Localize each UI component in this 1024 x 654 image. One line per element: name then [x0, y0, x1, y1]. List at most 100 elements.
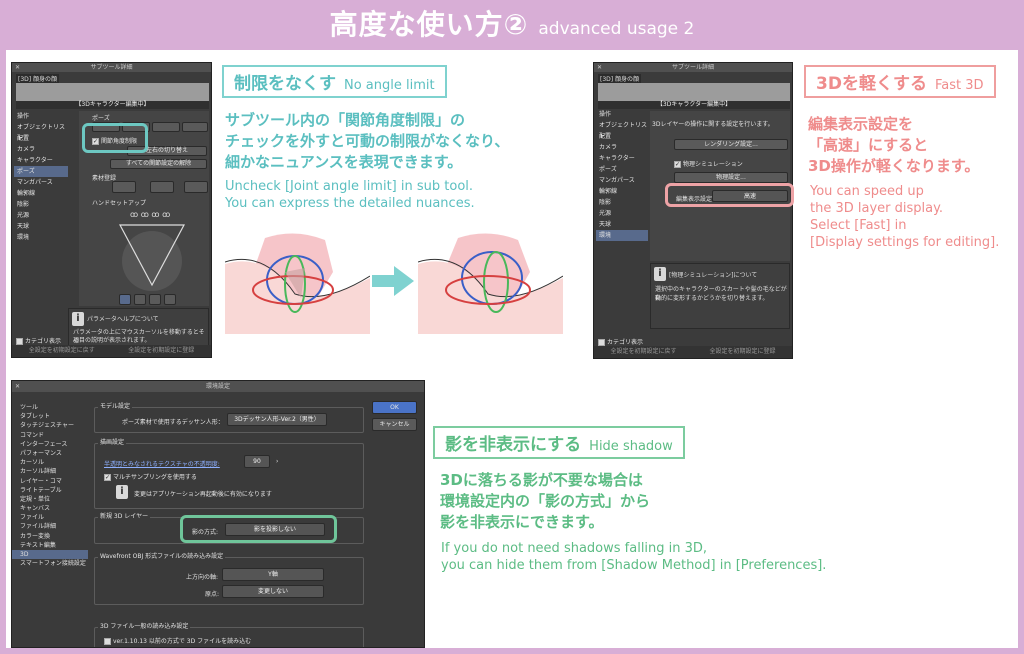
category-item[interactable]: 天球 — [14, 221, 68, 232]
hand-preset-button[interactable] — [164, 294, 176, 305]
register-default-button[interactable]: 全設定を初期設定に登録 — [128, 345, 194, 357]
section-header-hide-shadow: 影を非表示にする Hide shadow — [433, 426, 685, 459]
info-icon: i — [116, 485, 128, 499]
category-item[interactable]: 天球 — [596, 219, 648, 230]
hand-preset-button[interactable] — [149, 294, 161, 305]
panel-footer: 全設定を初期設定に戻す 全設定を初期設定に登録 — [594, 346, 792, 358]
character-banner — [16, 83, 209, 101]
category-item[interactable]: 配置 — [14, 133, 68, 144]
sidebar-item[interactable]: テキスト編集 — [12, 541, 88, 550]
physics-checkbox[interactable]: ✓ 物理シミュレーション — [674, 159, 743, 168]
category-item[interactable]: 陰影 — [14, 199, 68, 210]
info-icon: i — [654, 267, 666, 281]
category-item[interactable]: 陰影 — [596, 197, 648, 208]
opacity-help-link[interactable]: 半透明とみなされるテクスチャの不透明度: — [104, 459, 220, 468]
sidebar-item[interactable]: 3D — [12, 550, 88, 560]
sidebar-item[interactable]: タッチジェスチャー — [12, 421, 88, 430]
sidebar-item[interactable]: 定規・単位 — [12, 495, 88, 504]
opacity-stepper-icon[interactable]: › — [276, 458, 278, 465]
register-button[interactable] — [184, 181, 208, 193]
pose-tool-button[interactable] — [152, 122, 180, 132]
sidebar-item[interactable]: キャンバス — [12, 504, 88, 513]
category-list: 操作 オブジェクトリスト 配置 カメラ キャラクター ポーズ マンガパース 輪郭… — [596, 109, 648, 241]
hand-silhouette — [122, 231, 182, 291]
sidebar-item[interactable]: ツール — [12, 403, 88, 412]
category-display-checkbox[interactable]: カテゴリ表示 — [16, 336, 61, 345]
opacity-input[interactable]: 90 — [244, 455, 270, 468]
neck-illustration-before — [225, 232, 370, 334]
close-icon[interactable]: ✕ — [15, 381, 20, 392]
category-item[interactable]: 配置 — [596, 131, 648, 142]
section-body-jp: サブツール内の「関節角度制限」の チェックを外すと可動の制限がなくなり、 細かな… — [225, 111, 510, 171]
category-display-checkbox[interactable]: カテゴリ表示 — [598, 337, 643, 346]
category-item[interactable]: ポーズ — [596, 164, 648, 175]
sidebar-item[interactable]: ファイル — [12, 513, 88, 522]
category-item[interactable]: 環境 — [14, 232, 68, 243]
category-item[interactable]: マンガパース — [596, 175, 648, 186]
category-item[interactable]: キャラクター — [14, 155, 68, 166]
sidebar-item[interactable]: パフォーマンス — [12, 449, 88, 458]
physics-info: i [物理シミュレーション]について 選択中のキャラクターのスカートや髪の毛など… — [650, 263, 790, 329]
sidebar-item[interactable]: スマートフォン接続設定 — [12, 559, 88, 568]
up-axis-dropdown[interactable]: Y軸 — [222, 568, 324, 581]
sidebar-item[interactable]: ファイル詳細 — [12, 522, 88, 531]
category-item[interactable]: カメラ — [14, 144, 68, 155]
parameter-help: i パラメータヘルプについて パラメータの上にマウスカーソルを移動するとその 項… — [68, 308, 209, 346]
category-item[interactable]: 光源 — [596, 208, 648, 219]
category-item[interactable]: マンガパース — [14, 177, 68, 188]
cancel-button[interactable]: キャンセル — [372, 418, 417, 431]
shadow-method-highlight — [180, 515, 337, 543]
category-item[interactable]: キャラクター — [596, 153, 648, 164]
sidebar-item[interactable]: コマンド — [12, 431, 88, 440]
reset-default-button[interactable]: 全設定を初期設定に戻す — [610, 346, 676, 358]
category-item[interactable]: 操作 — [596, 109, 648, 120]
close-icon[interactable]: ✕ — [597, 63, 602, 72]
origin-dropdown[interactable]: 変更しない — [222, 585, 324, 598]
pose-material-dropdown[interactable]: 3Dデッサン人形-Ver.2（男性） — [227, 413, 327, 426]
category-item[interactable]: 光源 — [14, 210, 68, 221]
legacy-import-checkbox[interactable]: ver.1.10.13 以前の方式で 3D ファイルを読み込む — [104, 636, 251, 645]
editing-label: 【3Dキャラクター編集中】 — [16, 101, 209, 109]
register-button[interactable] — [112, 181, 136, 193]
category-item[interactable]: オブジェクトリスト — [14, 122, 68, 142]
hand-preset-button[interactable] — [134, 294, 146, 305]
register-button[interactable] — [150, 181, 174, 193]
category-item[interactable]: 操作 — [14, 111, 68, 122]
preferences-dialog: ✕ 環境設定 ツール タブレット タッチジェスチャー コマンド インターフェース … — [11, 380, 425, 648]
sidebar-item[interactable]: カーソル詳細 — [12, 467, 88, 476]
finger-icons: ꝏ ꝏ ꝏ ꝏ — [130, 210, 170, 219]
category-item[interactable]: オブジェクトリスト — [596, 120, 648, 140]
character-banner — [598, 83, 790, 101]
joint-limit-highlight — [82, 123, 148, 153]
render-settings-button[interactable]: レンダリング設定... — [674, 139, 788, 150]
sidebar-item[interactable]: ライトテーブル — [12, 486, 88, 495]
category-item[interactable]: 輪郭線 — [596, 186, 648, 197]
hand-setup-diagram[interactable]: ꝏ ꝏ ꝏ ꝏ — [102, 205, 202, 295]
sidebar-item[interactable]: インターフェース — [12, 440, 88, 449]
section-body-en: Uncheck [Joint angle limit] in sub tool.… — [225, 179, 475, 211]
sidebar-item[interactable]: レイヤー・コマ — [12, 477, 88, 486]
multisampling-checkbox[interactable]: ✓ マルチサンプリングを使用する — [104, 472, 197, 481]
sidebar-item[interactable]: カーソル — [12, 458, 88, 467]
subtool-panel-pose: ✕ サブツール詳細 [3D] 顔身の顔 【3Dキャラクター編集中】 操作 オブジェ… — [11, 62, 212, 358]
section-header-no-angle: 制限をなくす No angle limit — [222, 65, 447, 98]
ok-button[interactable]: OK — [372, 401, 417, 414]
panel-footer: 全設定を初期設定に戻す 全設定を初期設定に登録 — [12, 345, 211, 357]
category-item[interactable]: 環境 — [596, 230, 648, 241]
register-default-button[interactable]: 全設定を初期設定に登録 — [709, 346, 775, 358]
pose-tool-button[interactable] — [182, 122, 208, 132]
category-item[interactable]: 輪郭線 — [14, 188, 68, 199]
sidebar-item[interactable]: タブレット — [12, 412, 88, 421]
close-icon[interactable]: ✕ — [15, 63, 20, 72]
hand-preset-button[interactable] — [119, 294, 131, 305]
arrow-icon — [372, 266, 414, 296]
section-body-jp: 編集表示設定を 「高速」にすると 3D操作が軽くなります。 — [808, 115, 980, 175]
physics-settings-button[interactable]: 物理設定... — [674, 172, 788, 183]
page-title: 高度な使い方② advanced usage 2 — [329, 8, 695, 41]
category-item[interactable]: ポーズ — [14, 166, 68, 177]
reset-default-button[interactable]: 全設定を初期設定に戻す — [29, 345, 95, 357]
category-item[interactable]: カメラ — [596, 142, 648, 153]
reset-joints-button[interactable]: すべての関節設定の解除 — [110, 159, 207, 169]
section-header-fast3d: 3Dを軽くする Fast 3D — [804, 65, 996, 98]
sidebar-item[interactable]: カラー変換 — [12, 532, 88, 541]
